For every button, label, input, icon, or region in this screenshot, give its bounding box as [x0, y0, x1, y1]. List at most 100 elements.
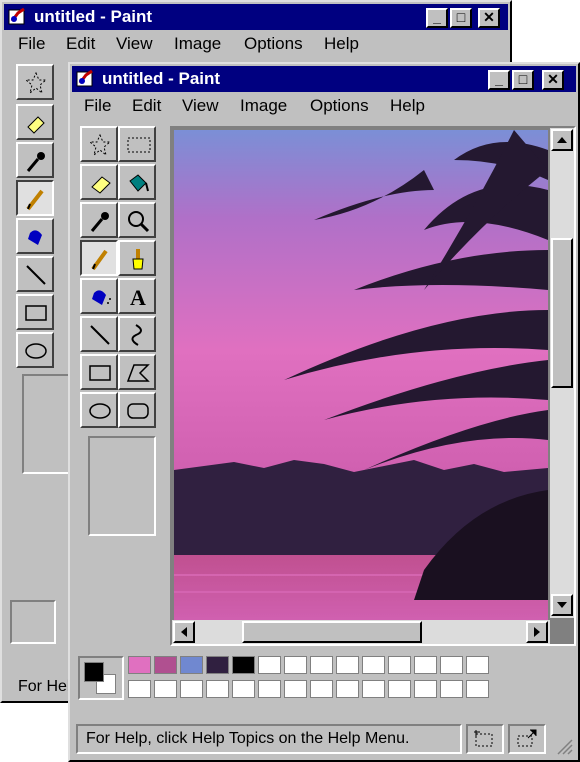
- eraser-icon: [91, 176, 111, 194]
- minimize-button[interactable]: _: [426, 8, 448, 28]
- foreground-color[interactable]: [84, 662, 104, 682]
- palette-swatch[interactable]: [336, 656, 359, 674]
- tool-curve[interactable]: [118, 316, 156, 352]
- vertical-scroll-thumb[interactable]: [551, 238, 573, 388]
- back-title-bar[interactable]: untitled - Paint _ □ ✕: [4, 4, 508, 30]
- tool-pencil[interactable]: [16, 180, 54, 216]
- minimize-button[interactable]: _: [488, 70, 510, 90]
- front-menu-bar: File Edit View Image Options Help: [72, 94, 576, 116]
- cursor-position-icon: [474, 730, 493, 747]
- menu-view[interactable]: View: [182, 96, 219, 116]
- canvas-image[interactable]: [174, 130, 548, 620]
- menu-file[interactable]: File: [18, 34, 45, 54]
- palette-swatch[interactable]: [128, 656, 151, 674]
- tool-rounded-rectangle[interactable]: [118, 392, 156, 428]
- current-colors[interactable]: [78, 656, 124, 700]
- palette-swatch[interactable]: [440, 680, 463, 698]
- palette-swatch[interactable]: [440, 656, 463, 674]
- tool-free-select[interactable]: [16, 64, 54, 100]
- palette-swatch[interactable]: [128, 680, 151, 698]
- palette-swatch[interactable]: [466, 656, 489, 674]
- menu-edit[interactable]: Edit: [66, 34, 95, 54]
- tool-eraser[interactable]: [16, 104, 54, 140]
- palette-swatch[interactable]: [336, 680, 359, 698]
- curve-icon: [131, 324, 142, 346]
- horizontal-scrollbar[interactable]: [172, 620, 550, 644]
- tool-brush[interactable]: [118, 240, 156, 276]
- back-tool-box: [16, 64, 76, 368]
- tool-airbrush[interactable]: [16, 218, 54, 254]
- tool-polygon[interactable]: [118, 354, 156, 390]
- status-size: [508, 724, 546, 754]
- eyedropper-icon: [90, 212, 109, 232]
- menu-file[interactable]: File: [84, 96, 111, 116]
- menu-options[interactable]: Options: [244, 34, 303, 54]
- palette-swatch[interactable]: [258, 680, 281, 698]
- palette-swatch[interactable]: [388, 656, 411, 674]
- star-select-icon: [24, 71, 48, 95]
- tool-select[interactable]: [118, 126, 156, 162]
- scroll-down-button[interactable]: [551, 594, 573, 616]
- tool-text[interactable]: A: [118, 278, 156, 314]
- tool-line[interactable]: [80, 316, 118, 352]
- palette-swatch[interactable]: [414, 656, 437, 674]
- tool-eraser[interactable]: [80, 164, 118, 200]
- arrow-down-icon: [557, 602, 567, 608]
- tool-magnifier[interactable]: [118, 202, 156, 238]
- menu-help[interactable]: Help: [390, 96, 425, 116]
- palette-swatch[interactable]: [284, 680, 307, 698]
- menu-view[interactable]: View: [116, 34, 153, 54]
- palette-swatch[interactable]: [232, 656, 255, 674]
- size-grip-icon[interactable]: [554, 736, 574, 756]
- tool-fill-with-color[interactable]: [118, 164, 156, 200]
- palette-swatch[interactable]: [310, 680, 333, 698]
- tool-ellipse[interactable]: [16, 332, 54, 368]
- maximize-button[interactable]: □: [450, 8, 472, 28]
- palette-swatch[interactable]: [258, 656, 281, 674]
- palette-swatch[interactable]: [180, 680, 203, 698]
- tool-airbrush[interactable]: [80, 278, 118, 314]
- back-color-box: [10, 600, 56, 644]
- palette-swatch[interactable]: [154, 656, 177, 674]
- polygon-icon: [126, 364, 150, 382]
- horizontal-scroll-thumb[interactable]: [242, 621, 422, 643]
- palette-swatch[interactable]: [180, 656, 203, 674]
- palette-swatch[interactable]: [232, 680, 255, 698]
- palette-swatch[interactable]: [466, 680, 489, 698]
- tool-rectangle[interactable]: [80, 354, 118, 390]
- canvas-frame: [170, 126, 576, 646]
- menu-image[interactable]: Image: [174, 34, 221, 54]
- scroll-left-button[interactable]: [173, 621, 195, 643]
- menu-image[interactable]: Image: [240, 96, 287, 116]
- tool-ellipse[interactable]: [80, 392, 118, 428]
- tool-pick-color[interactable]: [16, 142, 54, 178]
- scroll-right-button[interactable]: [526, 621, 548, 643]
- palette-swatch[interactable]: [388, 680, 411, 698]
- palette-swatch[interactable]: [154, 680, 177, 698]
- ellipse-icon: [25, 343, 47, 359]
- paint-app-icon: [76, 69, 93, 87]
- tool-free-form-select[interactable]: [80, 126, 118, 162]
- front-title-bar[interactable]: untitled - Paint _ □ ✕: [72, 66, 576, 92]
- tool-rectangle[interactable]: [16, 294, 54, 330]
- tool-options-box[interactable]: [88, 436, 156, 536]
- palette-swatch[interactable]: [310, 656, 333, 674]
- scroll-up-button[interactable]: [551, 129, 573, 151]
- status-text: For Help, click Help Topics on the Help …: [86, 730, 410, 747]
- close-button[interactable]: ✕: [542, 70, 564, 90]
- palette-swatch[interactable]: [414, 680, 437, 698]
- palette-swatch[interactable]: [362, 680, 385, 698]
- palette-swatch[interactable]: [362, 656, 385, 674]
- tool-line[interactable]: [16, 256, 54, 292]
- menu-edit[interactable]: Edit: [132, 96, 161, 116]
- maximize-button[interactable]: □: [512, 70, 534, 90]
- menu-help[interactable]: Help: [324, 34, 359, 54]
- vertical-scrollbar[interactable]: [550, 128, 574, 618]
- tool-pencil[interactable]: [80, 240, 118, 276]
- menu-options[interactable]: Options: [310, 96, 369, 116]
- palette-swatch[interactable]: [206, 656, 229, 674]
- palette-swatch[interactable]: [206, 680, 229, 698]
- tool-pick-color[interactable]: [80, 202, 118, 238]
- palette-swatch[interactable]: [284, 656, 307, 674]
- close-button[interactable]: ✕: [478, 8, 500, 28]
